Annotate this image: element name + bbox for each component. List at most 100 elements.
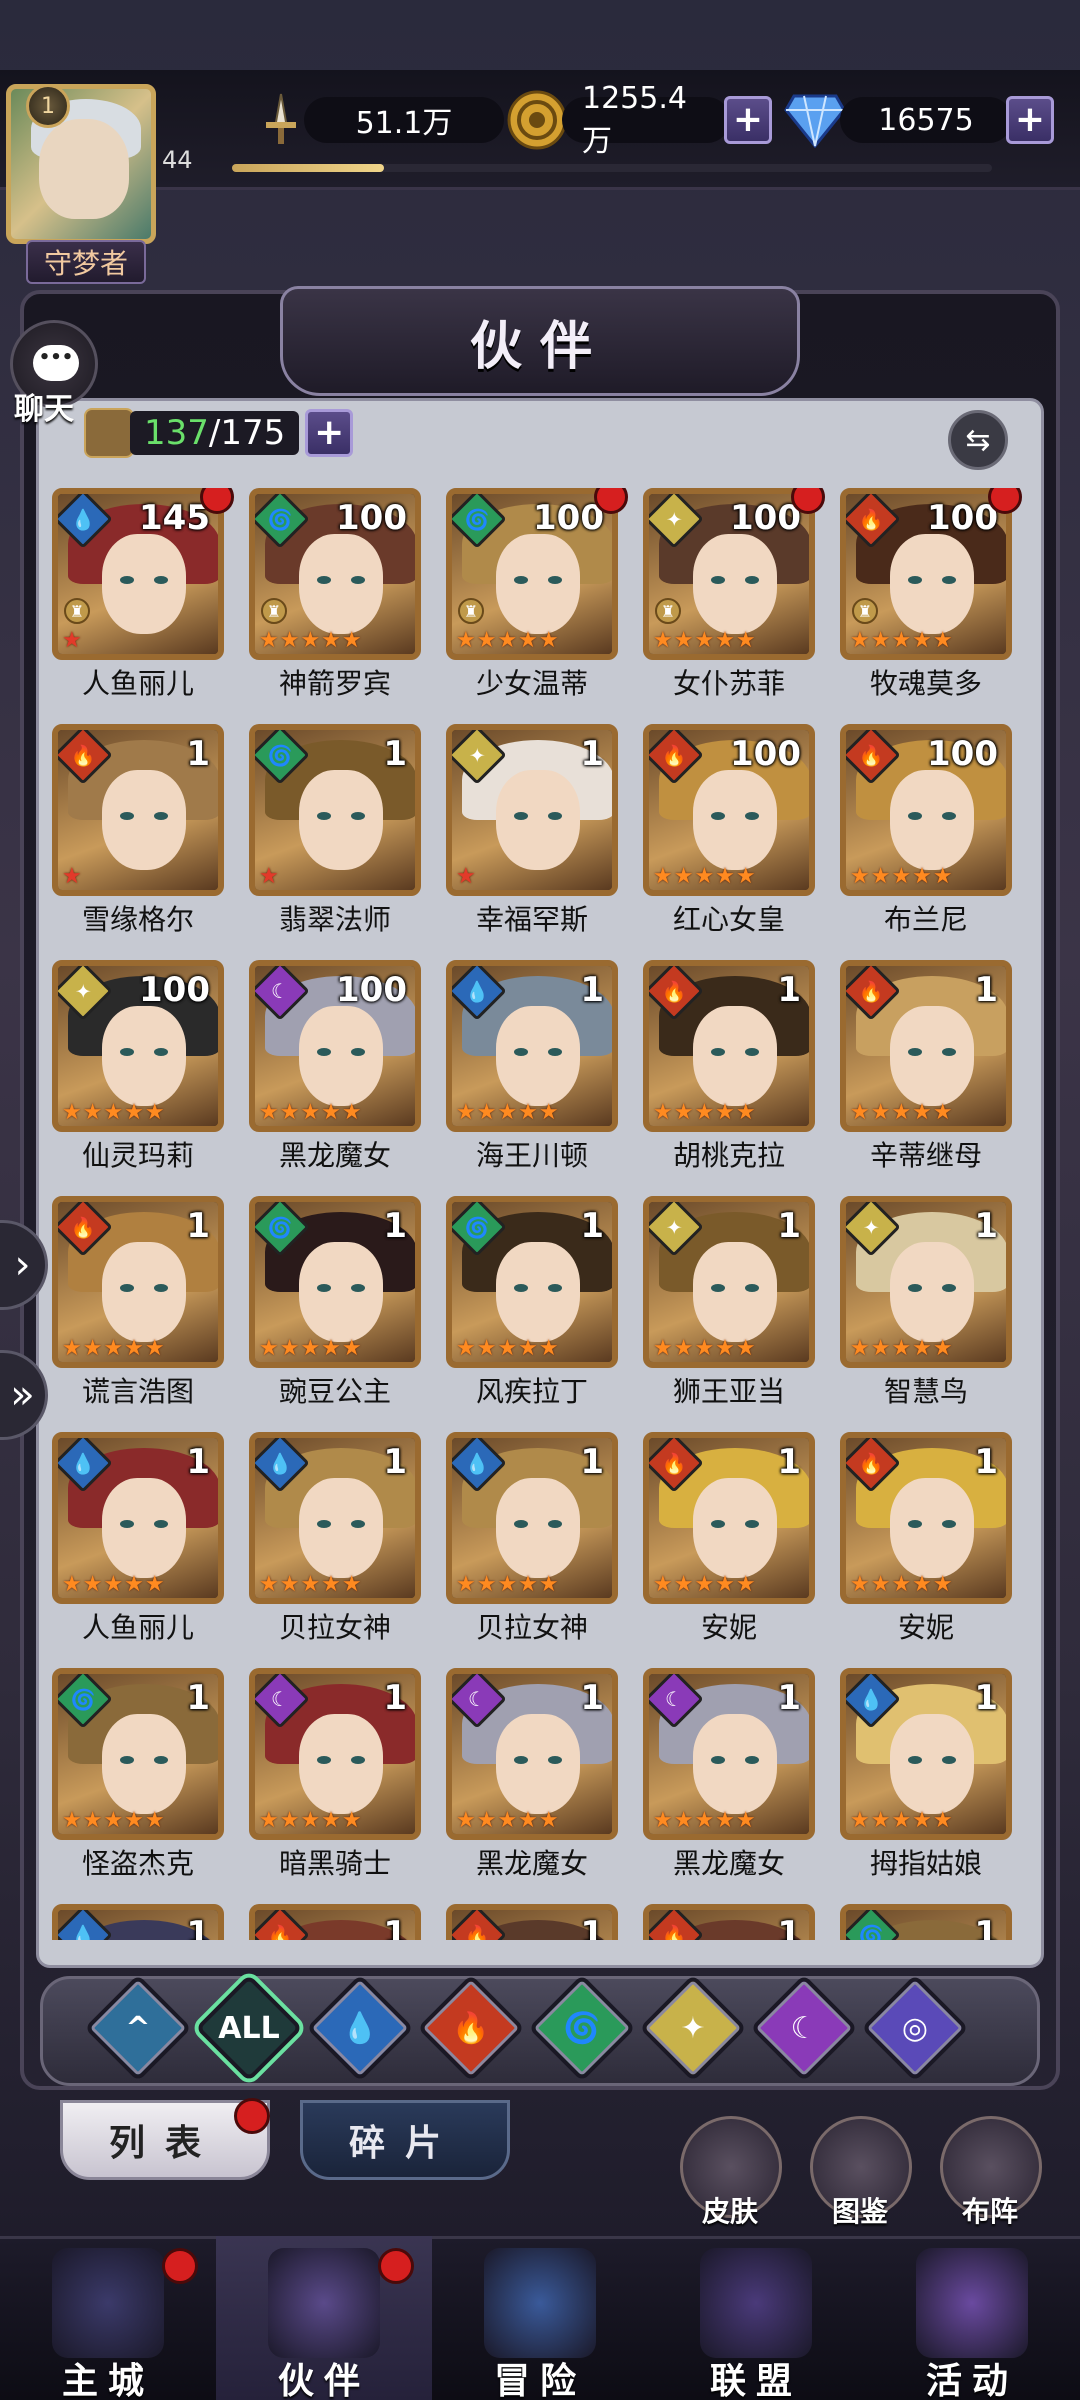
- hero-card[interactable]: 💧 1: [52, 1904, 224, 1940]
- hero-eye: [514, 1520, 528, 1528]
- hero-card[interactable]: ★★★★★ 🔥 1 胡桃克拉: [643, 960, 815, 1172]
- hero-card[interactable]: ★★★★★ 🔥 100 红心女皇: [643, 724, 815, 936]
- gold-value: 1255.4万: [562, 81, 730, 159]
- hero-stars: ★★★★★: [456, 1808, 560, 1833]
- hero-card[interactable]: ★★★★★ ☾ 1 暗黑骑士: [249, 1668, 421, 1880]
- hero-face: [496, 1714, 580, 1814]
- hero-card[interactable]: ★★★★★ 🔥 100 ♜ 牧魂莫多: [840, 488, 1022, 700]
- view-tabs: 列表 碎片: [60, 2100, 510, 2180]
- hero-card[interactable]: ★★★★★ ✦ 100 ♜ 女仆苏菲: [643, 488, 825, 700]
- hero-name: 拇指姑娘: [869, 1847, 982, 1880]
- partner-count: 137/175 +: [84, 408, 354, 458]
- partner-count-current: 137: [144, 413, 209, 453]
- hero-level: 100: [927, 498, 998, 538]
- hero-card[interactable]: ★★★★★ 🔥 1 安妮: [643, 1432, 815, 1644]
- hero-card[interactable]: ★★★★★ 🔥 1 辛蒂继母: [840, 960, 1012, 1172]
- hero-card[interactable]: ★★★★★ ☾ 1 黑龙魔女: [446, 1668, 618, 1880]
- hero-card[interactable]: ★ ✦ 1 幸福罕斯: [446, 724, 618, 936]
- hero-card[interactable]: ★★★★★ 💧 1 海王川顿: [446, 960, 618, 1172]
- hero-card[interactable]: ★★★★★ 💧 1 贝拉女神: [446, 1432, 618, 1644]
- hero-name: 怪盗杰克: [81, 1847, 194, 1880]
- hero-card[interactable]: ★★★★★ ☾ 1 黑龙魔女: [643, 1668, 815, 1880]
- hero-level: 1: [974, 1206, 998, 1246]
- hero-card[interactable]: ★★★★★ ✦ 100 仙灵玛莉: [52, 960, 224, 1172]
- nav-item-0[interactable]: 主城: [0, 2236, 216, 2400]
- hero-name: 海王川顿: [475, 1139, 588, 1172]
- hero-card[interactable]: ★★★★★ 🌀 1 风疾拉丁: [446, 1196, 618, 1408]
- hero-eye: [317, 1048, 331, 1056]
- element-symbol: 💧: [464, 979, 490, 1003]
- hero-card[interactable]: ★ 🌀 1 翡翠法师: [249, 724, 421, 936]
- sort-toggle-button[interactable]: ⇆: [948, 410, 1008, 470]
- hero-card[interactable]: ★★★★★ ✦ 1 智慧鸟: [840, 1196, 1012, 1408]
- partner-count-total: /175: [208, 413, 286, 453]
- hero-card[interactable]: ★★★★★ 💧 1 贝拉女神: [249, 1432, 421, 1644]
- element-symbol: 🌀: [858, 1923, 884, 1940]
- nav-icon: [268, 2248, 380, 2358]
- hero-level: 1: [186, 1206, 210, 1246]
- nav-icon: [484, 2248, 596, 2358]
- nav-item-3[interactable]: 联盟: [648, 2236, 864, 2400]
- hero-name: 幸福罕斯: [475, 903, 588, 936]
- hero-face: [693, 1478, 777, 1578]
- hero-card[interactable]: ★ 💧 145 ♜ 人鱼丽儿: [52, 488, 234, 700]
- hero-card[interactable]: ★★★★★ ☾ 100 黑龙魔女: [249, 960, 421, 1172]
- hero-eye: [317, 1756, 331, 1764]
- add-gold-button[interactable]: +: [724, 96, 772, 144]
- hero-card[interactable]: ★ 🔥 1 雪缘格尔: [52, 724, 224, 936]
- hero-eye: [942, 576, 956, 584]
- hero-level: 1: [777, 1914, 801, 1940]
- hero-name: 少女温蒂: [475, 667, 588, 700]
- rank-medal-icon: ♜: [261, 598, 287, 624]
- hero-card[interactable]: ★★★★★ 🌀 1 豌豆公主: [249, 1196, 421, 1408]
- element-symbol: ☾: [665, 1687, 683, 1711]
- hero-eye: [120, 1756, 134, 1764]
- hero-name: 布兰尼: [883, 903, 968, 936]
- notification-dot: [378, 2248, 414, 2284]
- hero-card[interactable]: 🌀 1: [840, 1904, 1012, 1940]
- element-symbol: ✦: [468, 742, 486, 767]
- expand-slots-button[interactable]: +: [305, 409, 354, 457]
- nav-item-2[interactable]: 冒险: [432, 2236, 648, 2400]
- hero-card[interactable]: ★★★★★ 🔥 100 布兰尼: [840, 724, 1012, 936]
- hero-stars: ★: [456, 864, 477, 889]
- hero-eye: [548, 1520, 562, 1528]
- hero-name: 辛蒂继母: [869, 1139, 982, 1172]
- hero-name: 红心女皇: [672, 903, 785, 936]
- hero-eye: [514, 1756, 528, 1764]
- hero-card[interactable]: ★★★★★ 🔥 1 安妮: [840, 1432, 1012, 1644]
- add-gems-button[interactable]: +: [1006, 96, 1054, 144]
- hero-eye: [942, 1284, 956, 1292]
- hero-card[interactable]: ★★★★★ 🌀 100 ♜ 少女温蒂: [446, 488, 628, 700]
- hero-eye: [711, 576, 725, 584]
- hero-stars: ★★★★★: [259, 1572, 363, 1597]
- rank-title[interactable]: 守梦者: [26, 240, 146, 284]
- hero-portrait: ★★★★★ ✦ 100 ♜: [643, 488, 815, 660]
- element-symbol: 🔥: [858, 507, 884, 531]
- hero-face: [693, 770, 777, 870]
- hero-card[interactable]: 🔥 1: [643, 1904, 815, 1940]
- hero-eye: [317, 1520, 331, 1528]
- hero-card[interactable]: ★★★★★ 💧 1 拇指姑娘: [840, 1668, 1012, 1880]
- hero-card[interactable]: ★★★★★ 🌀 1 怪盗杰克: [52, 1668, 224, 1880]
- hero-card[interactable]: ★★★★★ 🌀 100 ♜ 神箭罗宾: [249, 488, 421, 700]
- hero-card[interactable]: ★★★★★ 💧 1 人鱼丽儿: [52, 1432, 224, 1644]
- tab-shards[interactable]: 碎片: [300, 2100, 510, 2180]
- hero-card[interactable]: 🔥 1: [249, 1904, 421, 1940]
- hero-stars: ★★★★★: [62, 1100, 166, 1125]
- skin-label: 皮肤: [701, 2195, 758, 2228]
- nav-item-4[interactable]: 活动: [864, 2236, 1080, 2400]
- hero-eye: [154, 812, 168, 820]
- hero-card[interactable]: ★★★★★ 🔥 1 谎言浩图: [52, 1196, 224, 1408]
- hero-card[interactable]: ★★★★★ ✦ 1 狮王亚当: [643, 1196, 815, 1408]
- nav-item-1[interactable]: 伙伴: [216, 2236, 432, 2400]
- hero-eye: [120, 1520, 134, 1528]
- element-symbol: 🌀: [70, 1687, 96, 1711]
- hero-eye: [548, 812, 562, 820]
- avatar-face: [39, 119, 129, 219]
- hero-card[interactable]: 🔥 1: [446, 1904, 618, 1940]
- hero-eye: [514, 1284, 528, 1292]
- hero-eye: [514, 812, 528, 820]
- hero-stars: ★★★★★: [850, 1100, 954, 1125]
- notification-dot: [162, 2248, 198, 2284]
